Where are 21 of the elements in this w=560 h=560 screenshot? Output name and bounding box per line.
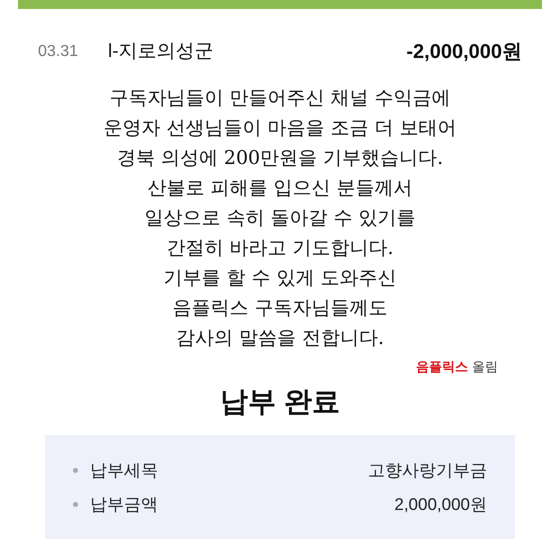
- transaction-amount: -2,000,000원: [406, 40, 522, 65]
- receipt-title: 납부 완료: [220, 384, 340, 418]
- transaction-date: 03.31: [38, 42, 80, 62]
- message-line: 기부를 할 수 있게 도와주신: [163, 266, 397, 291]
- transaction-payee: l-지로의성군: [108, 40, 214, 64]
- message-line: 일상으로 속히 돌아갈 수 있기를: [144, 206, 416, 231]
- bullet-icon: [73, 502, 78, 507]
- field-value: 2,000,000원: [394, 494, 487, 516]
- message-line: 산불로 피해를 입으신 분들께서: [147, 176, 413, 201]
- signature-text: 올림: [472, 358, 498, 376]
- message-line: 구독자님들이 만들어주신 채널 수익금에: [109, 86, 451, 111]
- message-line: 간절히 바라고 기도합니다.: [166, 236, 394, 261]
- field-value: 고향사랑기부금: [368, 460, 487, 482]
- message-line: 감사의 말씀을 전합니다.: [176, 326, 384, 351]
- brand-logo: 음플릭스: [416, 358, 468, 376]
- message-line: 운영자 선생님들이 마음을 조금 더 보태어: [103, 116, 457, 141]
- field-label: 납부세목: [90, 460, 158, 482]
- field-label: 납부금액: [90, 494, 158, 516]
- message-line: 경북 의성에 200만원을 기부했습니다.: [116, 146, 444, 171]
- message-line: 음플릭스 구독자님들께도: [172, 296, 388, 321]
- bullet-icon: [73, 468, 78, 473]
